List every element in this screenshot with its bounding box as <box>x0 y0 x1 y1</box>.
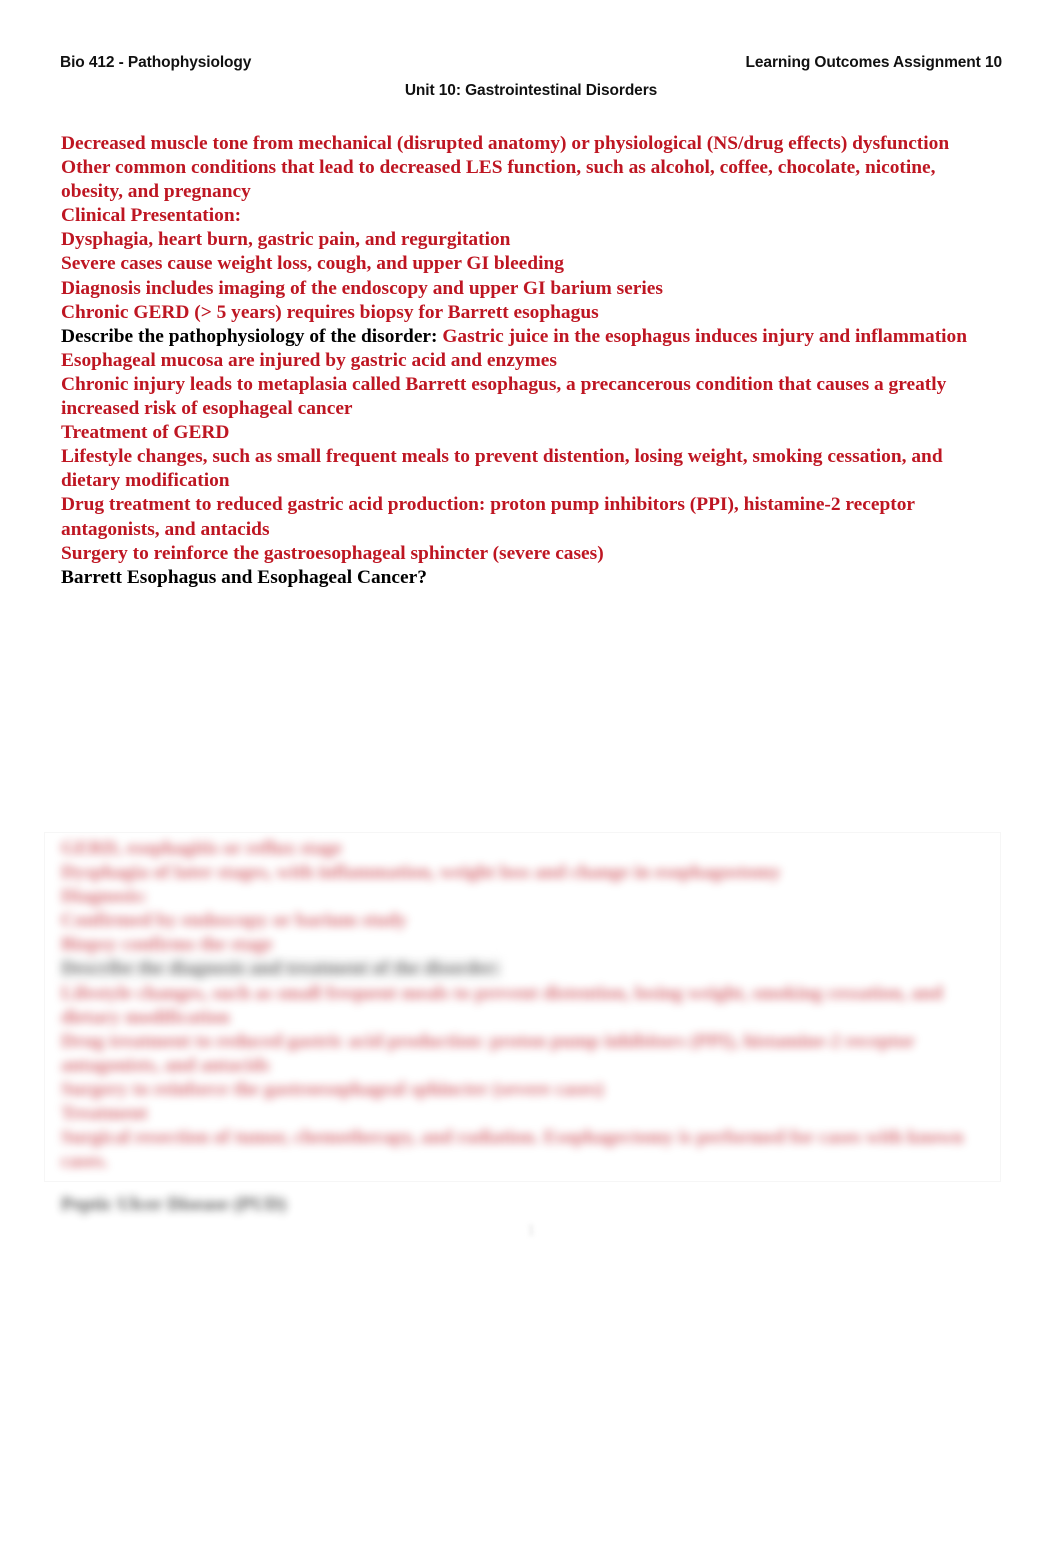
body-line: Diagnosis includes imaging of the endosc… <box>61 277 989 301</box>
blurred-line-text: GERD, esophagitis or reflux stage <box>61 838 342 859</box>
body-line: Dysphagia, heart burn, gastric pain, and… <box>61 228 989 252</box>
blurred-line: Dysphagia of later stages, with inflamma… <box>61 861 991 885</box>
body-line-text: Chronic injury leads to metaplasia calle… <box>61 373 947 420</box>
body-line: Chronic injury leads to metaplasia calle… <box>61 373 989 421</box>
header-unit-title: Unit 10: Gastrointestinal Disorders <box>404 82 658 99</box>
blurred-line-text: Diagnosis: <box>61 886 148 908</box>
body-line: Esophageal mucosa are injured by gastric… <box>61 349 989 373</box>
body-line: Other common conditions that lead to dec… <box>61 156 989 204</box>
blurred-line-text: Surgical resection of tumor, chemotherap… <box>61 1127 964 1173</box>
body-line-answer: Gastric juice in the esophagus induces i… <box>442 325 968 347</box>
body-line-prompt: Describe the pathophysiology of the diso… <box>61 325 443 347</box>
body-line-text: Esophageal mucosa are injured by gastric… <box>61 349 557 371</box>
body-line-text: Severe cases cause weight loss, cough, a… <box>61 253 564 275</box>
header-course-title: Bio 412 - Pathophysiology <box>60 54 252 71</box>
blurred-line: Treatment <box>61 1102 991 1126</box>
document-header: Bio 412 - Pathophysiology Learning Outco… <box>60 54 1002 112</box>
blurred-line-text: Biopsy confirms the stage <box>61 934 273 956</box>
blurred-text-content: GERD, esophagitis or reflux stage Dyspha… <box>61 837 991 1174</box>
header-assignment-title: Learning Outcomes Assignment 10 <box>745 54 1003 71</box>
body-line-text: Diagnosis includes imaging of the endosc… <box>61 277 663 299</box>
blurred-line: GERD, esophagitis or reflux stage <box>61 837 991 861</box>
blurred-line: Diagnosis: <box>61 885 991 909</box>
blurred-line: Biopsy confirms the stage <box>61 933 991 957</box>
document-body: Decreased muscle tone from mechanical (d… <box>61 132 989 590</box>
blurred-line-text: Lifestyle changes, such as small frequen… <box>61 982 943 1028</box>
page-number: 1 <box>527 1222 535 1239</box>
body-line-text: Lifestyle changes, such as small frequen… <box>61 446 943 492</box>
blurred-line-text: Surgery to reinforce the gastroesophagea… <box>61 1078 604 1100</box>
header-top-row: Bio 412 - Pathophysiology Learning Outco… <box>60 54 1002 72</box>
blurred-line: Drug treatment to reduced gastric acid p… <box>61 1030 991 1078</box>
body-line: Decreased muscle tone from mechanical (d… <box>61 132 989 156</box>
blurred-line: Surgery to reinforce the gastroesophagea… <box>61 1078 991 1102</box>
body-line-text: Surgery to reinforce the gastroesophagea… <box>61 542 604 564</box>
body-line-text: Decreased muscle tone from mechanical (d… <box>61 133 950 154</box>
body-line-pathophysiology: Describe the pathophysiology of the diso… <box>61 325 989 349</box>
blurred-line-heading: Describe the diagnosis and treatment of … <box>61 957 991 981</box>
body-line-text: Treatment of GERD <box>61 422 230 444</box>
blurred-line: Confirmed by endoscopy or barium study <box>61 909 991 933</box>
blurred-line: Surgical resection of tumor, chemotherap… <box>61 1126 991 1174</box>
body-line-text: Barrett Esophagus and Esophageal Cancer? <box>61 566 427 588</box>
body-line: Treatment of GERD <box>61 421 989 445</box>
blurred-line: Lifestyle changes, such as small frequen… <box>61 982 991 1030</box>
body-line-next-question: Barrett Esophagus and Esophageal Cancer? <box>61 566 989 590</box>
body-line: Clinical Presentation: <box>61 204 989 228</box>
blurred-line-text: Dysphagia of later stages, with inflamma… <box>61 862 781 884</box>
body-line: Lifestyle changes, such as small frequen… <box>61 445 989 493</box>
body-line: Chronic GERD (> 5 years) requires biopsy… <box>61 301 989 325</box>
body-line-text: Other common conditions that lead to dec… <box>61 157 936 203</box>
body-line-text: Dysphagia, heart burn, gastric pain, and… <box>61 229 511 251</box>
body-line: Severe cases cause weight loss, cough, a… <box>61 252 989 276</box>
blurred-line-text: Confirmed by endoscopy or barium study <box>61 910 408 932</box>
blurred-line-text: Treatment <box>61 1103 148 1125</box>
body-line-text: Drug treatment to reduced gastric acid p… <box>61 494 915 540</box>
body-line-text: Chronic GERD (> 5 years) requires biopsy… <box>61 301 599 323</box>
document-page: Bio 412 - Pathophysiology Learning Outco… <box>0 0 1062 1556</box>
body-line: Surgery to reinforce the gastroesophagea… <box>61 542 989 566</box>
body-line-text: Clinical Presentation: <box>61 205 242 227</box>
blurred-line-text: Describe the diagnosis and treatment of … <box>61 958 501 980</box>
blurred-section-heading: Peptic Ulcer Disease (PUD) <box>61 1194 287 1215</box>
body-line: Drug treatment to reduced gastric acid p… <box>61 493 989 541</box>
blurred-line-text: Drug treatment to reduced gastric acid p… <box>61 1030 915 1076</box>
blurred-text-block: GERD, esophagitis or reflux stage Dyspha… <box>45 833 1000 1181</box>
